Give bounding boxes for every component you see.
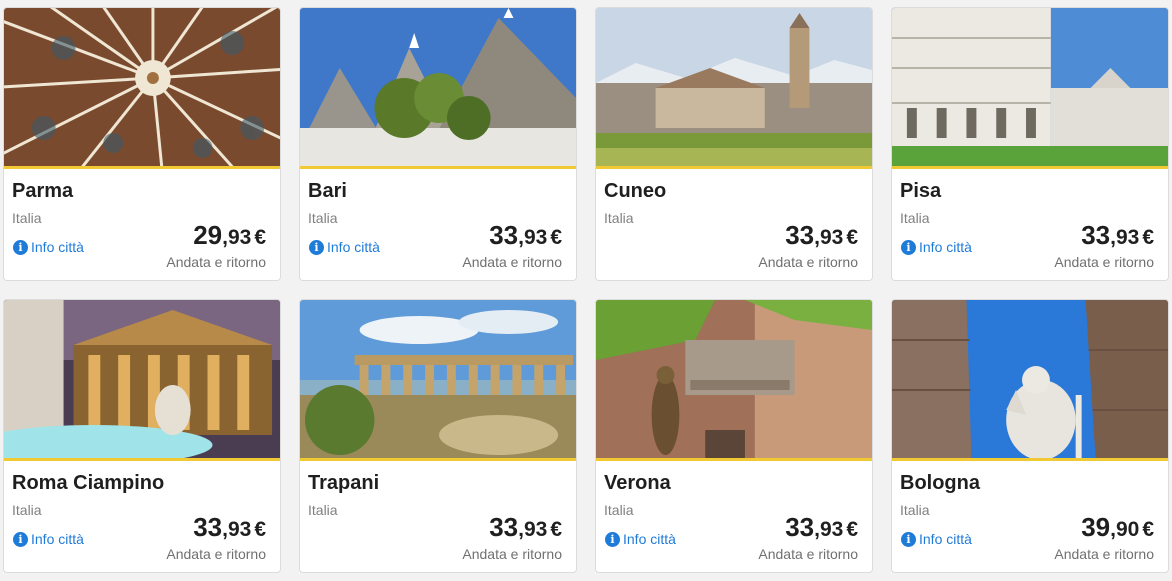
price-currency: € — [1142, 518, 1154, 541]
destination-photo — [4, 300, 280, 458]
info-icon: i — [901, 531, 916, 547]
city-name: Bologna — [900, 472, 980, 494]
info-city-link[interactable]: i Info città — [13, 239, 84, 255]
destination-card-roma-ciampino[interactable]: Roma Ciampino Italia i Info città 33,93 €… — [3, 299, 281, 573]
info-city-link[interactable]: i Info città — [605, 531, 676, 547]
price: 33,93 € — [1081, 220, 1154, 251]
price-currency: € — [846, 226, 858, 249]
destination-photo — [596, 300, 872, 458]
city-name: Trapani — [308, 472, 380, 494]
info-city-link[interactable]: i Info città — [901, 531, 972, 547]
city-name: Roma Ciampino — [12, 472, 165, 494]
destination-card-bologna[interactable]: Bologna Italia i Info città 39,90 € Andat… — [891, 299, 1169, 573]
country-name: Italia — [308, 502, 338, 518]
destination-card-verona[interactable]: Verona Italia i Info città 33,93 € Andata… — [595, 299, 873, 573]
price-integer: 33 — [1081, 220, 1111, 250]
trip-type: Andata e ritorno — [166, 546, 266, 562]
info-icon: i — [901, 239, 916, 255]
info-city-label: Info città — [919, 239, 972, 255]
info-icon: i — [309, 239, 324, 255]
price-integer: 33 — [785, 512, 815, 542]
price: 33,93 € — [785, 512, 858, 543]
price-integer: 33 — [489, 512, 519, 542]
destination-photo — [892, 300, 1168, 458]
city-name: Parma — [12, 180, 74, 202]
price-currency: € — [254, 226, 266, 249]
price-decimal: ,93 — [222, 518, 252, 541]
info-city-label: Info città — [31, 531, 84, 547]
accent-bar — [4, 166, 280, 169]
price-integer: 39 — [1081, 512, 1111, 542]
info-icon: i — [605, 531, 620, 547]
country-name: Italia — [12, 502, 42, 518]
city-name: Cuneo — [604, 180, 667, 202]
price: 33,93 € — [489, 220, 562, 251]
destination-photo — [300, 8, 576, 166]
price-integer: 33 — [193, 512, 223, 542]
price: 39,90 € — [1081, 512, 1154, 543]
price-decimal: ,93 — [1110, 226, 1140, 249]
destination-card-bari[interactable]: Bari Italia i Info città 33,93 € Andata e… — [299, 7, 577, 281]
trip-type: Andata e ritorno — [462, 254, 562, 270]
accent-bar — [300, 166, 576, 169]
price-integer: 33 — [489, 220, 519, 250]
info-city-label: Info città — [31, 239, 84, 255]
price-currency: € — [254, 518, 266, 541]
destination-card-parma[interactable]: Parma Italia i Info città 29,93 € Andata … — [3, 7, 281, 281]
accent-bar — [4, 458, 280, 461]
trip-type: Andata e ritorno — [462, 546, 562, 562]
price-decimal: ,93 — [518, 518, 548, 541]
info-city-link[interactable]: i Info città — [901, 239, 972, 255]
country-name: Italia — [900, 502, 930, 518]
price-integer: 33 — [785, 220, 815, 250]
city-name: Pisa — [900, 180, 942, 202]
accent-bar — [892, 458, 1168, 461]
trip-type: Andata e ritorno — [1054, 254, 1154, 270]
destination-photo — [4, 8, 280, 166]
info-city-label: Info città — [327, 239, 380, 255]
accent-bar — [596, 458, 872, 461]
price-integer: 29 — [193, 220, 223, 250]
destination-grid: Parma Italia i Info città 29,93 € Andata … — [0, 0, 1172, 581]
price: 33,93 € — [193, 512, 266, 543]
trip-type: Andata e ritorno — [758, 254, 858, 270]
accent-bar — [300, 458, 576, 461]
price: 33,93 € — [489, 512, 562, 543]
destination-card-pisa[interactable]: Pisa Italia i Info città 33,93 € Andata e… — [891, 7, 1169, 281]
accent-bar — [892, 166, 1168, 169]
info-city-label: Info città — [919, 531, 972, 547]
city-name: Verona — [604, 472, 671, 494]
price-decimal: ,93 — [814, 226, 844, 249]
accent-bar — [596, 166, 872, 169]
info-city-link[interactable]: i Info città — [309, 239, 380, 255]
price-currency: € — [550, 226, 562, 249]
price-currency: € — [550, 518, 562, 541]
price-currency: € — [846, 518, 858, 541]
destination-photo — [596, 8, 872, 166]
price: 33,93 € — [785, 220, 858, 251]
trip-type: Andata e ritorno — [758, 546, 858, 562]
country-name: Italia — [604, 502, 634, 518]
price-decimal: ,90 — [1110, 518, 1140, 541]
country-name: Italia — [12, 210, 42, 226]
destination-card-cuneo[interactable]: Cuneo Italia 33,93 € Andata e ritorno — [595, 7, 873, 281]
info-icon: i — [13, 531, 28, 547]
destination-photo — [300, 300, 576, 458]
price-decimal: ,93 — [814, 518, 844, 541]
price-currency: € — [1142, 226, 1154, 249]
destination-card-trapani[interactable]: Trapani Italia 33,93 € Andata e ritorno — [299, 299, 577, 573]
country-name: Italia — [900, 210, 930, 226]
destination-photo — [892, 8, 1168, 166]
info-icon: i — [13, 239, 28, 255]
country-name: Italia — [604, 210, 634, 226]
country-name: Italia — [308, 210, 338, 226]
info-city-link[interactable]: i Info città — [13, 531, 84, 547]
trip-type: Andata e ritorno — [1054, 546, 1154, 562]
info-city-label: Info città — [623, 531, 676, 547]
trip-type: Andata e ritorno — [166, 254, 266, 270]
city-name: Bari — [308, 180, 347, 202]
price: 29,93 € — [193, 220, 266, 251]
price-decimal: ,93 — [518, 226, 548, 249]
price-decimal: ,93 — [222, 226, 252, 249]
